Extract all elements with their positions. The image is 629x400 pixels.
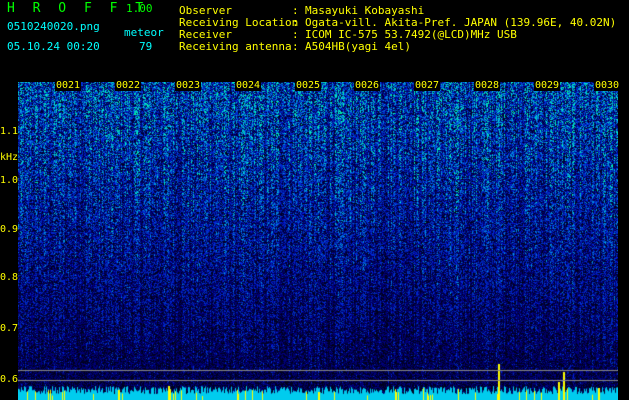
time-tick: 0026 xyxy=(354,80,381,91)
antenna-colon: : xyxy=(292,40,299,53)
ytick: 0.7 xyxy=(0,323,19,334)
meteor-count: 79 xyxy=(139,40,153,53)
time-tick: 0030 xyxy=(594,80,621,91)
time-tick: 0028 xyxy=(474,80,501,91)
ytick: 0.8 xyxy=(0,272,19,283)
antenna-value: A504HB(yagi 4el) xyxy=(305,40,411,53)
time-tick: 0022 xyxy=(115,80,142,91)
frequency-axis: kHz 1.1 1.0 0.9 0.8 0.7 0.6 xyxy=(0,78,18,400)
ytick: 1.0 xyxy=(0,175,19,186)
time-tick: 0029 xyxy=(534,80,561,91)
time-tick: 0025 xyxy=(295,80,322,91)
frequency-unit: kHz xyxy=(0,152,19,163)
ytick: 1.1 xyxy=(0,126,19,137)
ytick: 0.6 xyxy=(0,374,19,385)
time-tick: 0021 xyxy=(55,80,82,91)
time-tick: 0023 xyxy=(175,80,202,91)
time-tick: 0027 xyxy=(414,80,441,91)
date-time: 05.10.24 00:20 xyxy=(7,40,100,53)
header-panel: H R O F F T 1.00 0510240020.png meteor 0… xyxy=(0,0,629,80)
time-tick: 0024 xyxy=(235,80,262,91)
file-name: 0510240020.png xyxy=(7,20,100,33)
antenna-label: Receiving antenna xyxy=(179,40,292,53)
app-version: 1.00 xyxy=(126,2,153,15)
spectrogram-canvas[interactable] xyxy=(18,82,618,400)
mode-label: meteor xyxy=(124,26,164,39)
ytick: 0.9 xyxy=(0,224,19,235)
